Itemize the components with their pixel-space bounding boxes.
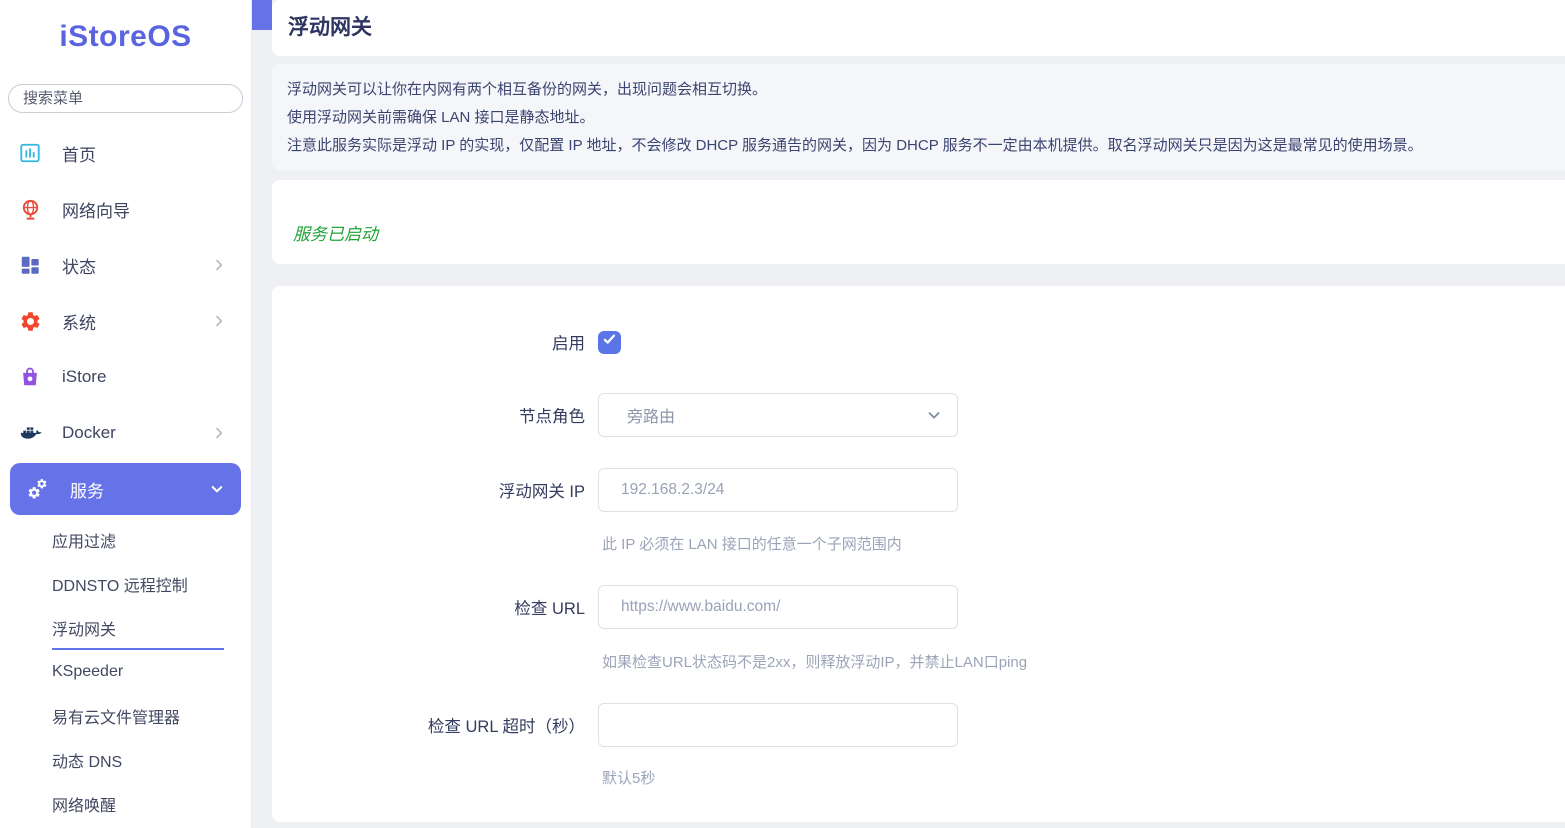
sidebar-item-label: 状态 — [62, 257, 96, 277]
enable-checkbox[interactable] — [598, 330, 621, 354]
enable-row: 启用 — [272, 324, 621, 360]
globe-icon — [18, 197, 42, 221]
sidebar-item-system[interactable]: 系统 — [0, 293, 251, 349]
sidebar-item-label: iStore — [62, 367, 107, 386]
settings-form-card: 启用 节点角色 旁路由 浮动网关 IP 此 IP 必须在 LAN 接口的任意一个… — [272, 286, 1565, 822]
subitem-label: 浮动网关 — [52, 622, 117, 639]
timeout-row: 检查 URL 超时（秒） — [272, 703, 958, 747]
ip-label: 浮动网关 IP — [498, 483, 585, 501]
grid-icon — [18, 253, 42, 277]
subitem-label: 易有云文件管理器 — [52, 710, 181, 727]
subitem-label: 应用过滤 — [52, 534, 117, 551]
description-line: 浮动网关可以让你在内网有两个相互备份的网关，出现问题会相互切换。 — [287, 81, 768, 98]
shopping-bag-icon — [18, 365, 42, 389]
check-url-label: 检查 URL — [514, 600, 585, 618]
sidebar-subitem-ddnsto[interactable]: DDNSTO 远程控制 — [0, 562, 251, 606]
service-status-card: 服务已启动 — [272, 180, 1565, 264]
sidebar-subitem-floating-gateway[interactable]: 浮动网关 — [0, 606, 251, 650]
sidebar-item-home[interactable]: 首页 — [0, 125, 251, 181]
sidebar-item-network-wizard[interactable]: 网络向导 — [0, 181, 251, 237]
sidebar-item-label: 网络向导 — [62, 201, 130, 221]
services-submenu: 应用过滤 DDNSTO 远程控制 浮动网关 KSpeeder 易有云文件管理器 … — [0, 518, 251, 826]
role-label: 节点角色 — [519, 408, 585, 426]
enable-label: 启用 — [552, 335, 585, 353]
sidebar-item-label: 服务 — [70, 481, 104, 501]
search-input[interactable] — [8, 84, 243, 113]
chevron-down-icon — [209, 481, 225, 497]
subitem-label: 动态 DNS — [52, 754, 123, 771]
ip-input[interactable] — [598, 468, 958, 512]
page-description: 浮动网关可以让你在内网有两个相互备份的网关，出现问题会相互切换。 使用浮动网关前… — [272, 64, 1565, 170]
sidebar-subitem-wol[interactable]: 网络唤醒 — [0, 782, 251, 826]
timeout-label: 检查 URL 超时（秒） — [427, 718, 585, 736]
chevron-right-icon — [211, 313, 227, 329]
sidebar-subitem-yiyoucloud[interactable]: 易有云文件管理器 — [0, 694, 251, 738]
chevron-down-icon — [925, 406, 943, 424]
page-title: 浮动网关 — [288, 16, 372, 39]
sidebar-nav: 首页 网络向导 状态 系统 iStore Docker 服务 应用过滤 DDNS… — [0, 125, 251, 826]
role-select[interactable]: 旁路由 — [598, 393, 958, 437]
role-select-value: 旁路由 — [627, 409, 676, 426]
description-line: 注意此服务实际是浮动 IP 的实现，仅配置 IP 地址，不会修改 DHCP 服务… — [287, 137, 1423, 154]
service-status-text: 服务已启动 — [293, 225, 378, 244]
check-url-row: 检查 URL — [272, 585, 958, 629]
sidebar-item-istore[interactable]: iStore — [0, 349, 251, 405]
description-line: 使用浮动网关前需确保 LAN 接口是静态地址。 — [287, 109, 595, 126]
check-url-helper-text: 如果检查URL状态码不是2xx，则释放浮动IP，并禁止LAN口ping — [602, 654, 1028, 671]
bar-chart-icon — [18, 141, 42, 165]
sidebar: iStoreOS 首页 网络向导 状态 — [0, 0, 252, 828]
sidebar-subitem-kspeeder[interactable]: KSpeeder — [0, 650, 251, 694]
sidebar-subitem-ddns[interactable]: 动态 DNS — [0, 738, 251, 782]
chevron-right-icon — [211, 425, 227, 441]
sidebar-item-label: Docker — [62, 423, 116, 442]
docker-icon — [18, 421, 42, 445]
subitem-label: DDNSTO 远程控制 — [52, 578, 188, 595]
gear-icon — [18, 309, 42, 333]
check-url-input[interactable] — [598, 585, 958, 629]
sidebar-item-label: 系统 — [62, 313, 96, 333]
timeout-helper-text: 默认5秒 — [602, 770, 656, 787]
gears-icon — [26, 477, 50, 501]
sidebar-item-docker[interactable]: Docker — [0, 405, 251, 461]
sidebar-item-label: 首页 — [62, 145, 96, 165]
check-icon — [602, 332, 617, 352]
timeout-input[interactable] — [598, 703, 958, 747]
subitem-label: KSpeeder — [52, 663, 124, 680]
sidebar-subitem-app-filter[interactable]: 应用过滤 — [0, 518, 251, 562]
page-header: 浮动网关 — [272, 0, 1565, 56]
chevron-right-icon — [211, 257, 227, 273]
role-row: 节点角色 旁路由 — [272, 393, 958, 437]
app-logo: iStoreOS — [59, 20, 192, 53]
ip-row: 浮动网关 IP — [272, 468, 958, 512]
sidebar-item-services[interactable]: 服务 — [10, 463, 241, 515]
ip-helper-text: 此 IP 必须在 LAN 接口的任意一个子网范围内 — [602, 536, 902, 553]
subitem-label: 网络唤醒 — [52, 798, 117, 815]
active-tab-indicator — [252, 0, 272, 30]
sidebar-item-status[interactable]: 状态 — [0, 237, 251, 293]
